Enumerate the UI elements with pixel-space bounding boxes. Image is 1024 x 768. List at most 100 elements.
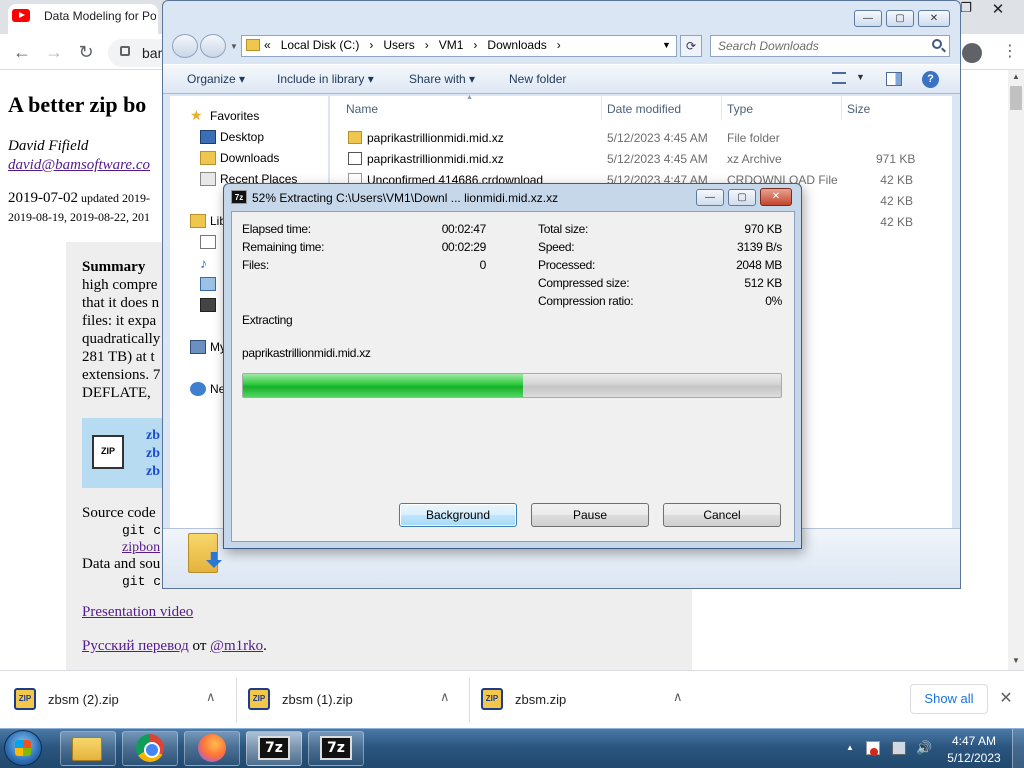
scroll-up-arrow-icon[interactable]: ▲ [1008,72,1024,84]
minimize-button[interactable]: — [854,10,882,27]
breadcrumb-item[interactable]: Users [383,38,414,52]
network-tray-icon[interactable] [892,741,906,755]
download-item[interactable]: ZIP zbsm (1).zip ∧ [234,680,464,720]
volume-icon[interactable]: 🔊 [916,741,932,755]
column-header-size[interactable]: Size [847,102,870,116]
chevron-up-icon[interactable]: ∧ [440,689,450,705]
breadcrumb-separator[interactable]: › [369,38,373,52]
maximize-button[interactable]: ▢ [728,189,756,206]
date-updated: updated 2019- [78,191,150,205]
search-placeholder[interactable]: Search Downloads [718,39,819,53]
refresh-button[interactable]: ⟳ [680,35,702,57]
help-icon[interactable]: ? [922,71,939,88]
back-button[interactable]: ← [10,40,34,64]
breadcrumb-overflow[interactable]: « [264,38,271,52]
nav-item-favorites[interactable]: Favorites [210,109,259,123]
browser-close-button[interactable]: ✕ [986,0,1010,18]
processed-label: Processed: [538,258,596,272]
close-button[interactable]: ✕ [918,10,950,27]
breadcrumb-item[interactable]: Downloads [487,38,546,52]
nav-item-desktop[interactable]: Desktop [220,130,264,144]
author-name: David Fifield [8,138,89,154]
scroll-down-arrow-icon[interactable]: ▼ [1008,656,1024,668]
windows-logo-icon[interactable] [15,740,31,756]
browser-tab-title[interactable]: Data Modeling for Po [44,9,156,23]
clock-date[interactable]: 5/12/2023 [944,751,1004,765]
lock-icon[interactable] [120,46,130,56]
chevron-up-icon[interactable]: ∧ [206,689,216,705]
file-row[interactable]: paprikastrillionmidi.mid.xz 5/12/2023 4:… [346,149,946,169]
translator-link[interactable]: @m1rko [210,638,263,654]
russian-translation-link[interactable]: Русский перевод [82,638,189,654]
presentation-video-link[interactable]: Presentation video [82,604,193,621]
search-icon[interactable] [932,39,942,49]
file-name[interactable]: paprikastrillionmidi.mid.xz [367,152,504,166]
forward-arrow-icon[interactable] [200,34,226,58]
zip-download-link[interactable]: zb [146,464,160,480]
include-in-library-button[interactable]: Include in library ▾ [277,72,374,86]
source-code-label: Source code [82,505,156,521]
cancel-button[interactable]: Cancel [663,503,781,527]
download-item[interactable]: ZIP zbsm.zip ∧ [467,680,697,720]
maximize-button[interactable]: ▢ [886,10,914,27]
documents-icon [200,235,216,249]
zip-download-link[interactable]: zb [146,446,160,462]
recent-places-icon [200,172,216,186]
divider [841,96,842,120]
share-with-button[interactable]: Share with ▾ [409,72,475,86]
show-desktop-button[interactable] [1012,729,1024,768]
clock-time[interactable]: 4:47 AM [944,734,1004,748]
breadcrumb-item[interactable]: VM1 [439,38,464,52]
chrome-menu-button[interactable]: ⋮ [1002,42,1018,64]
breadcrumb-item[interactable]: Local Disk (C:) [281,38,360,52]
back-arrow-icon[interactable] [172,34,198,58]
breadcrumb[interactable]: « Local Disk (C:) › Users › VM1 › Downloads › [264,38,571,52]
music-icon: ♪ [200,255,207,271]
close-button[interactable]: ✕ [760,188,792,206]
7zip-icon[interactable]: 7z [258,736,290,760]
minimize-button[interactable]: — [696,189,724,206]
breadcrumb-separator[interactable]: › [473,38,477,52]
address-dropdown-icon[interactable]: ▼ [662,40,671,50]
column-header-name[interactable]: Name [346,102,378,116]
view-options-dropdown-icon[interactable]: ▼ [856,72,865,82]
firefox-icon[interactable] [198,734,226,762]
chrome-icon[interactable] [136,734,164,762]
change-view-icon[interactable] [832,72,846,84]
pause-button[interactable]: Pause [531,503,649,527]
file-name[interactable]: paprikastrillionmidi.mid.xz [367,131,504,145]
new-folder-button[interactable]: New folder [509,72,566,86]
show-all-downloads-button[interactable]: Show all [910,684,988,714]
nav-item-downloads[interactable]: Downloads [220,151,279,165]
preview-pane-icon[interactable] [886,72,902,86]
zipbomb-link[interactable]: zipbon [122,540,160,556]
file-explorer-icon[interactable] [72,737,102,761]
column-header-date[interactable]: Date modified [607,102,681,116]
chevron-up-icon[interactable]: ∧ [673,689,683,705]
download-item[interactable]: ZIP zbsm (2).zip ∧ [0,680,230,720]
scrollbar-thumb[interactable] [1010,86,1022,110]
close-download-shelf-icon[interactable]: ✕ [996,688,1016,708]
breadcrumb-separator[interactable]: › [425,38,429,52]
page-scrollbar[interactable] [1008,70,1024,670]
file-row[interactable]: paprikastrillionmidi.mid.xz 5/12/2023 4:… [346,128,946,148]
recent-pages-dropdown-icon[interactable]: ▼ [230,42,238,51]
7zip-icon[interactable]: 7z [320,736,352,760]
sort-ascending-icon: ▲ [466,94,473,101]
breadcrumb-separator[interactable]: › [557,38,561,52]
author-email-link[interactable]: david@bamsoftware.co [8,157,150,174]
folder-icon [348,131,362,144]
show-hidden-icons-icon[interactable]: ▲ [846,743,854,752]
xz-archive-icon [348,152,362,165]
download-filename[interactable]: zbsm (2).zip [48,692,119,707]
download-filename[interactable]: zbsm (1).zip [282,692,353,707]
background-button[interactable]: Background [399,503,517,527]
reload-button[interactable]: ↻ [74,40,98,64]
download-filename[interactable]: zbsm.zip [515,692,566,707]
forward-button[interactable]: → [42,40,66,64]
progress-bar-fill [243,374,523,397]
zip-download-link[interactable]: zb [146,428,160,444]
organize-button[interactable]: Organize ▾ [187,72,245,86]
column-header-type[interactable]: Type [727,102,753,116]
profile-avatar-icon[interactable] [962,43,982,63]
